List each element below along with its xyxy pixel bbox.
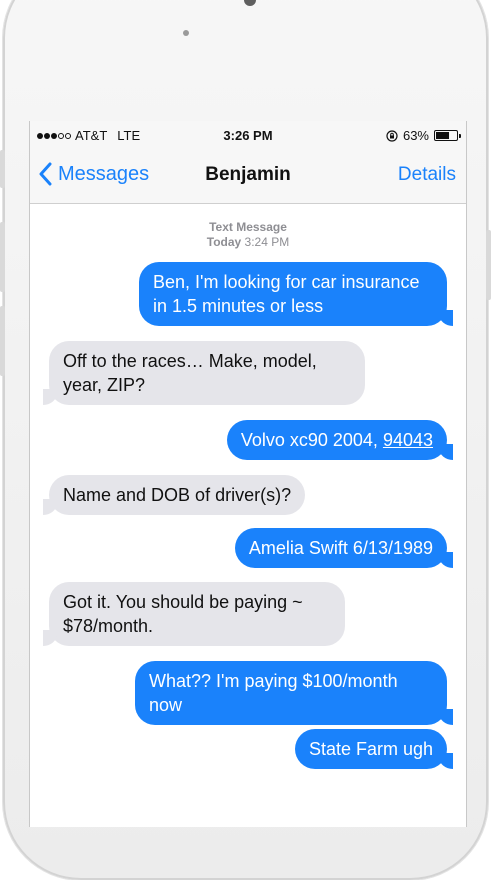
incoming-message[interactable]: Name and DOB of driver(s)?	[42, 475, 306, 515]
message-timestamp: Text Message Today 3:24 PM	[30, 220, 466, 250]
outgoing-message[interactable]: State Farm ugh	[294, 729, 454, 769]
volume-up-button	[0, 222, 5, 292]
mute-switch	[0, 150, 5, 188]
status-bar: AT&T LTE 3:26 PM 63%	[30, 121, 466, 151]
proximity-sensor	[183, 30, 189, 36]
service-label: Text Message	[209, 220, 287, 234]
time-label: 3:24 PM	[244, 235, 290, 249]
battery-percent: 63%	[402, 128, 429, 143]
front-camera	[244, 0, 256, 6]
message-text: Volvo xc90 2004,	[240, 430, 383, 450]
nav-bar: Messages Benjamin Details	[30, 151, 466, 204]
zip-link[interactable]: 94043	[383, 430, 433, 450]
incoming-message[interactable]: Got it. You should be paying ~ $78/month…	[43, 582, 345, 646]
outgoing-message[interactable]: Amelia Swift 6/13/1989	[234, 528, 454, 568]
incoming-message[interactable]: Off to the races… Make, model, year, ZIP…	[43, 341, 365, 405]
day-label: Today	[206, 235, 242, 249]
outgoing-message[interactable]: Ben, I'm looking for car insurance in 1.…	[139, 262, 453, 326]
outgoing-message[interactable]: What?? I'm paying $100/month now	[135, 661, 453, 725]
volume-down-button	[0, 306, 5, 376]
status-right: 63%	[386, 128, 461, 143]
battery-icon	[434, 130, 461, 141]
details-button[interactable]: Details	[398, 164, 456, 186]
rotation-lock-icon	[386, 129, 398, 142]
messages-screen: AT&T LTE 3:26 PM 63% Messages Benjamin D…	[29, 121, 467, 827]
outgoing-message[interactable]: Volvo xc90 2004, 94043	[226, 420, 454, 460]
power-button	[486, 230, 491, 300]
